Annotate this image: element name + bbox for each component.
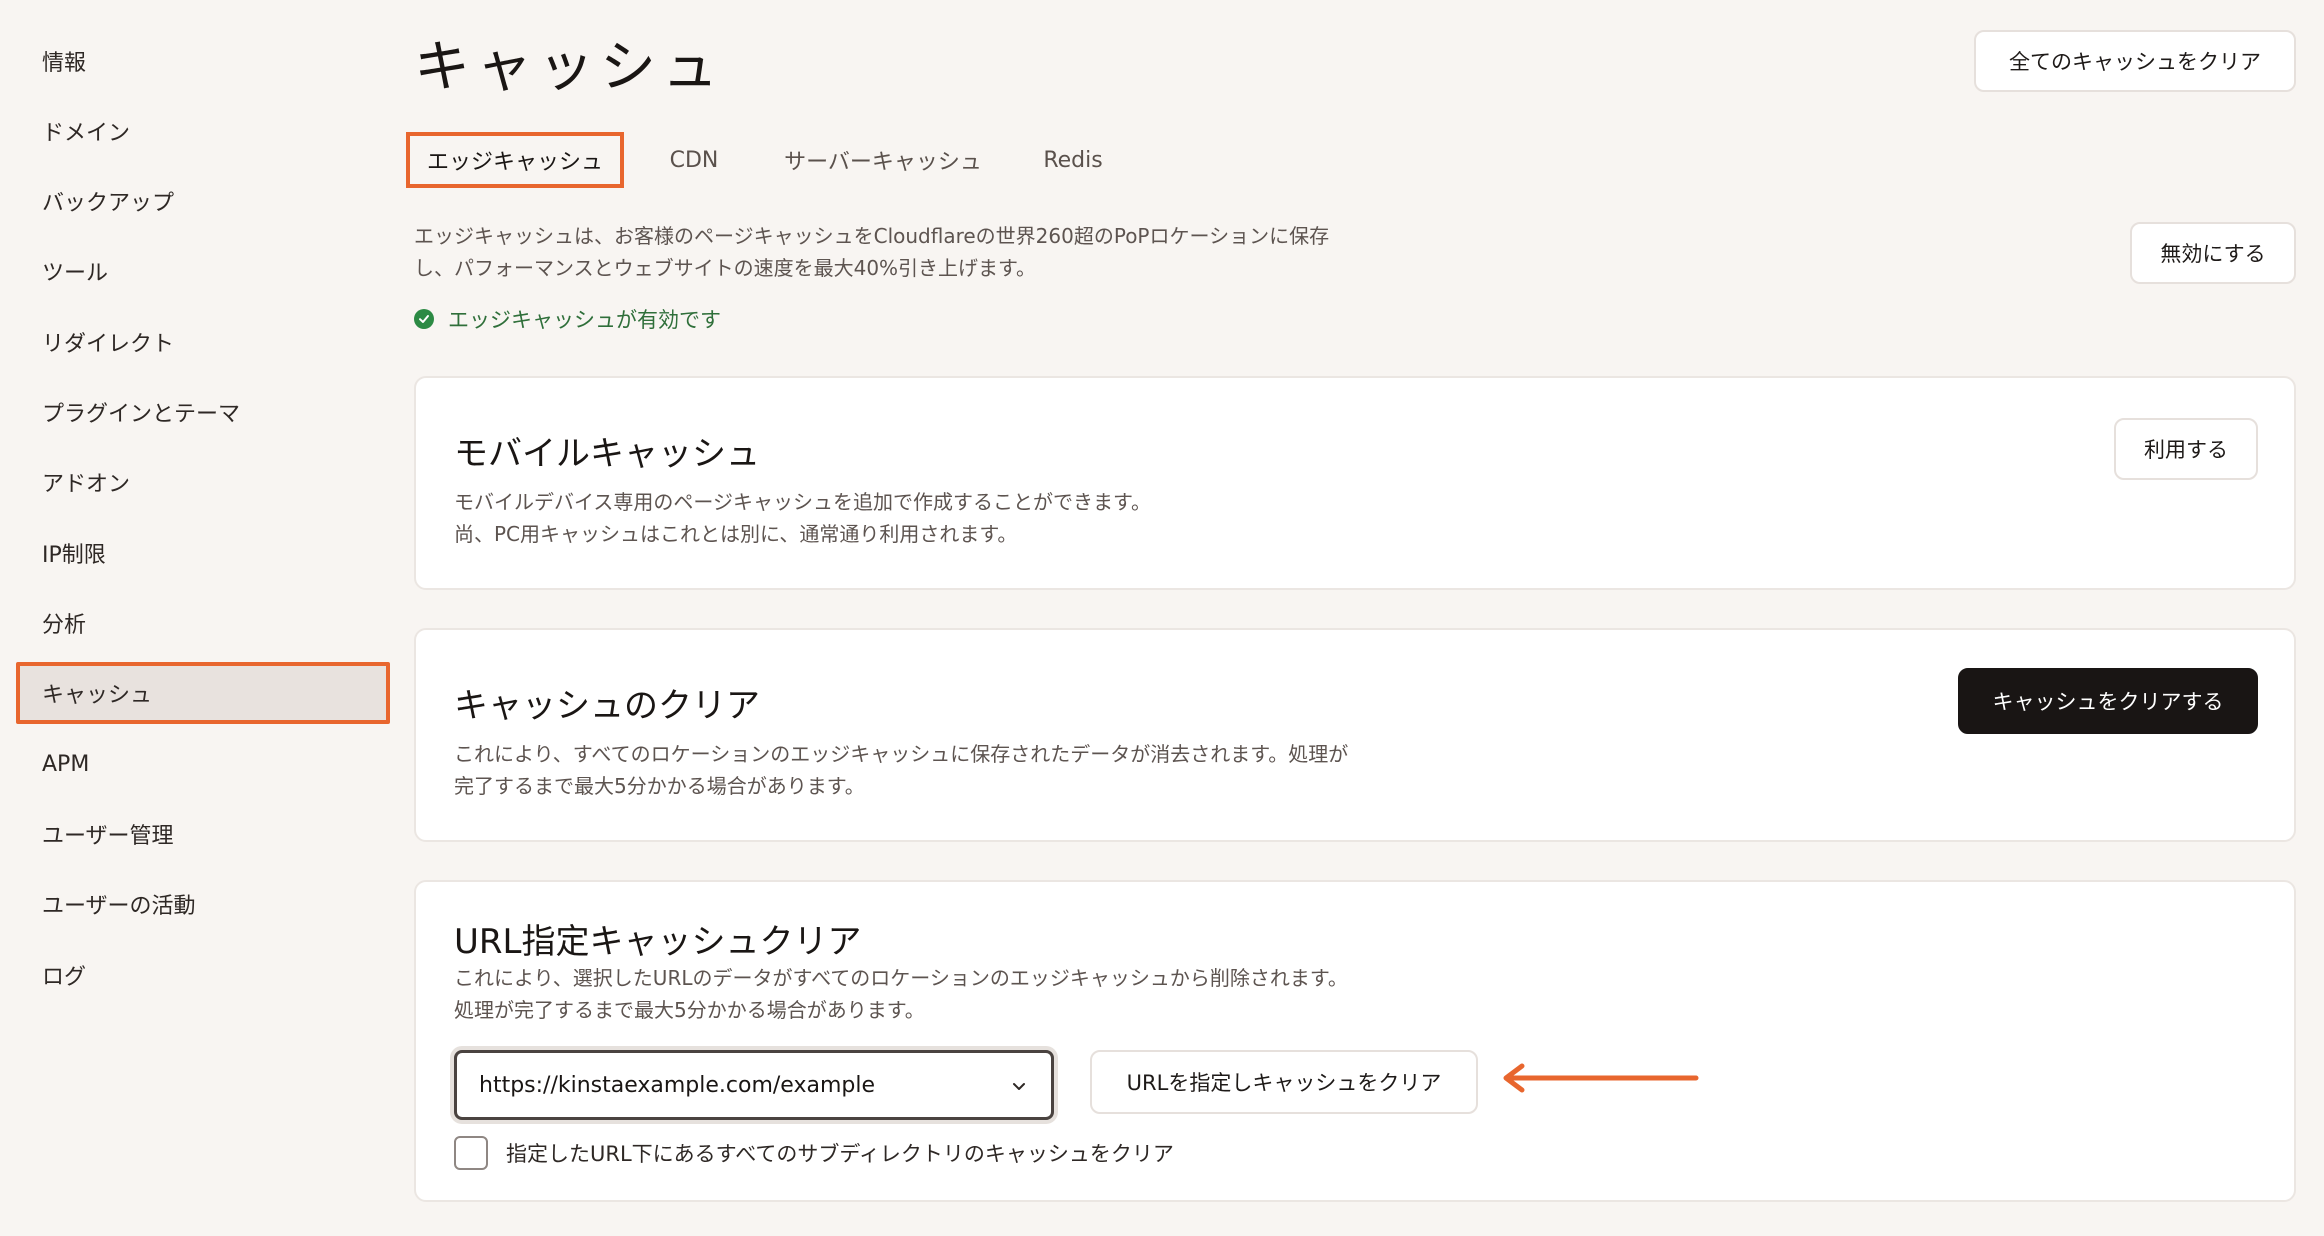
sidebar-item-cache[interactable]: キャッシュ	[16, 662, 390, 724]
clear-url-cache-button[interactable]: URLを指定しキャッシュをクリア	[1090, 1050, 1478, 1114]
subdirectory-checkbox[interactable]	[454, 1136, 488, 1170]
sidebar-item-tools[interactable]: ツール	[16, 240, 390, 302]
tab-edge-cache[interactable]: エッジキャッシュ	[406, 132, 624, 188]
page-title: キャッシュ	[414, 35, 724, 100]
sidebar: 情報 ドメイン バックアップ ツール リダイレクト プラグインとテーマ アドオン…	[0, 0, 400, 1236]
mobile-cache-title: モバイルキャッシュ	[454, 434, 760, 474]
edge-cache-description-line2: し、パフォーマンスとウェブサイトの速度を最大40%引き上げます。	[414, 256, 1037, 280]
edge-cache-status: エッジキャッシュが有効です	[414, 304, 721, 334]
sidebar-item-user-management[interactable]: ユーザー管理	[16, 803, 390, 865]
chevron-down-icon	[1011, 1075, 1027, 1100]
sidebar-item-user-activity[interactable]: ユーザーの活動	[16, 873, 390, 935]
mobile-cache-description-line2: 尚、PC用キャッシュはこれとは別に、通常通り利用されます。	[454, 522, 1018, 546]
enable-mobile-cache-button[interactable]: 利用する	[2114, 418, 2258, 480]
sidebar-item-info[interactable]: 情報	[16, 30, 390, 92]
url-cache-clear-title: URL指定キャッシュクリア	[454, 922, 862, 962]
sidebar-item-domains[interactable]: ドメイン	[16, 100, 390, 162]
sidebar-item-backups[interactable]: バックアップ	[16, 170, 390, 232]
check-circle-icon	[414, 309, 434, 329]
sidebar-item-apm[interactable]: APM	[16, 733, 390, 795]
sidebar-item-redirects[interactable]: リダイレクト	[16, 311, 390, 373]
url-select-input[interactable]: https://kinstaexample.com/example	[454, 1050, 1054, 1120]
url-cache-clear-description-line2: 処理が完了するまで最大5分かかる場合があります。	[454, 998, 925, 1022]
subdirectory-checkbox-label: 指定したURL下にあるすべてのサブディレクトリのキャッシュをクリア	[506, 1142, 1174, 1166]
sidebar-item-analytics[interactable]: 分析	[16, 592, 390, 654]
url-cache-clear-card: URL指定キャッシュクリア これにより、選択したURLのデータがすべてのロケーシ…	[414, 880, 2296, 1202]
clear-cache-description: これにより、すべてのロケーションのエッジキャッシュに保存されたデータが消去されま…	[454, 738, 1348, 802]
clear-cache-card: キャッシュのクリア これにより、すべてのロケーションのエッジキャッシュに保存され…	[414, 628, 2296, 842]
sidebar-item-ip-deny[interactable]: IP制限	[16, 522, 390, 584]
clear-cache-description-line1: これにより、すべてのロケーションのエッジキャッシュに保存されたデータが消去されま…	[454, 742, 1349, 766]
arrow-left-icon	[1500, 1062, 1700, 1098]
clear-cache-button[interactable]: キャッシュをクリアする	[1958, 668, 2258, 734]
tab-server-cache[interactable]: サーバーキャッシュ	[770, 132, 996, 188]
clear-cache-description-line2: 完了するまで最大5分かかる場合があります。	[454, 774, 865, 798]
edge-cache-status-text: エッジキャッシュが有効です	[448, 308, 721, 332]
url-select-value: https://kinstaexample.com/example	[479, 1072, 875, 1098]
sidebar-item-addons[interactable]: アドオン	[16, 451, 390, 513]
url-cache-clear-description-line1: これにより、選択したURLのデータがすべてのロケーションのエッジキャッシュから削…	[454, 966, 1348, 990]
edge-cache-description-line1: エッジキャッシュは、お客様のページキャッシュをCloudflareの世界260超…	[414, 224, 1330, 248]
disable-edge-cache-button[interactable]: 無効にする	[2130, 222, 2296, 284]
clear-cache-title: キャッシュのクリア	[454, 686, 760, 726]
tab-cdn[interactable]: CDN	[654, 132, 734, 188]
sidebar-item-logs[interactable]: ログ	[16, 944, 390, 1006]
clear-all-cache-button[interactable]: 全てのキャッシュをクリア	[1974, 30, 2296, 92]
mobile-cache-description-line1: モバイルデバイス専用のページキャッシュを追加で作成することができます。	[454, 490, 1151, 514]
mobile-cache-card: モバイルキャッシュ モバイルデバイス専用のページキャッシュを追加で作成することが…	[414, 376, 2296, 590]
url-cache-clear-description: これにより、選択したURLのデータがすべてのロケーションのエッジキャッシュから削…	[454, 962, 1348, 1026]
tab-redis[interactable]: Redis	[1030, 132, 1116, 188]
mobile-cache-description: モバイルデバイス専用のページキャッシュを追加で作成することができます。 尚、PC…	[454, 486, 1151, 550]
edge-cache-description: エッジキャッシュは、お客様のページキャッシュをCloudflareの世界260超…	[414, 220, 1329, 284]
sidebar-item-plugins-themes[interactable]: プラグインとテーマ	[16, 381, 390, 443]
